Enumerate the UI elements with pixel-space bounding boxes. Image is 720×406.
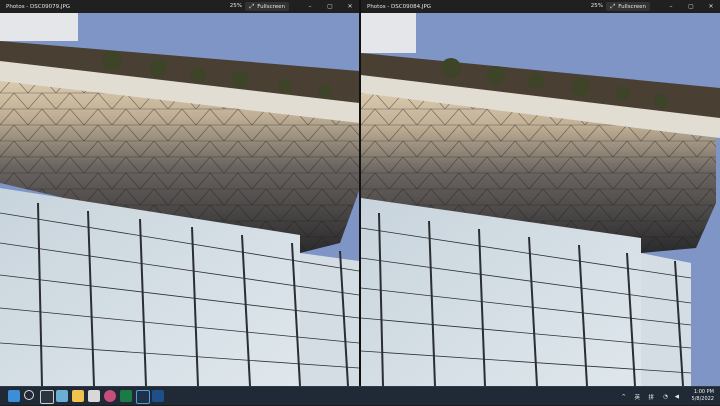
windows-start-icon[interactable] — [8, 390, 20, 402]
close-icon[interactable]: ✕ — [706, 1, 716, 12]
tower — [361, 13, 416, 53]
ime-mode[interactable]: 拼 — [648, 387, 654, 406]
app-icon[interactable] — [88, 390, 100, 402]
edge-icon[interactable] — [104, 390, 116, 402]
close-icon[interactable]: ✕ — [345, 1, 355, 12]
clock-time: 1:00 PM — [693, 389, 714, 395]
minimize-icon[interactable]: – — [666, 1, 676, 12]
window-title: Photos - DSC09079.JPG — [6, 3, 71, 10]
terminal-icon[interactable] — [136, 390, 150, 404]
store-icon[interactable] — [72, 390, 84, 402]
photos-window-left: Photos - DSC09079.JPG 25% ⤢ Fullscreen –… — [0, 0, 359, 386]
title-bar[interactable]: Photos - DSC09079.JPG 25% ⤢ Fullscreen –… — [0, 0, 359, 13]
fullscreen-button[interactable]: ⤢ Fullscreen — [606, 2, 650, 11]
title-bar[interactable]: Photos - DSC09084.JPG 25% ⤢ Fullscreen –… — [361, 0, 720, 13]
photos-window-right: Photos - DSC09084.JPG 25% ⤢ Fullscreen –… — [361, 0, 720, 386]
fullscreen-label: Fullscreen — [618, 3, 646, 10]
fullscreen-icon: ⤢ — [249, 2, 255, 10]
tray-chevron[interactable]: ^ — [621, 387, 626, 406]
excel-icon[interactable] — [120, 390, 132, 402]
clock-date: 5/8/2022 — [691, 396, 714, 402]
photo-image — [0, 13, 359, 386]
zoom-level[interactable]: 25% — [591, 3, 603, 9]
minimize-icon[interactable]: – — [305, 1, 315, 12]
zoom-level[interactable]: 25% — [230, 3, 242, 9]
file-explorer-icon[interactable] — [56, 390, 68, 402]
taskbar: ^ 英 拼 ◔ ◀ 1:00 PM 5/8/2022 — [0, 386, 720, 405]
fullscreen-button[interactable]: ⤢ Fullscreen — [245, 2, 289, 11]
photo-image — [361, 13, 720, 386]
maximize-icon[interactable]: ▢ — [325, 1, 335, 12]
volume-icon[interactable]: ◀ — [675, 387, 679, 406]
window-title: Photos - DSC09084.JPG — [367, 3, 432, 10]
fullscreen-label: Fullscreen — [257, 3, 285, 10]
ime-language[interactable]: 英 — [634, 387, 640, 406]
wifi-icon[interactable]: ◔ — [663, 387, 668, 406]
lightroom-icon[interactable] — [152, 390, 164, 402]
tower — [0, 13, 78, 41]
search-icon[interactable] — [24, 390, 34, 400]
clock[interactable]: 1:00 PM 5/8/2022 — [692, 389, 714, 403]
maximize-icon[interactable]: ▢ — [686, 1, 696, 12]
task-view-icon[interactable] — [40, 390, 54, 404]
fullscreen-icon: ⤢ — [610, 2, 616, 10]
